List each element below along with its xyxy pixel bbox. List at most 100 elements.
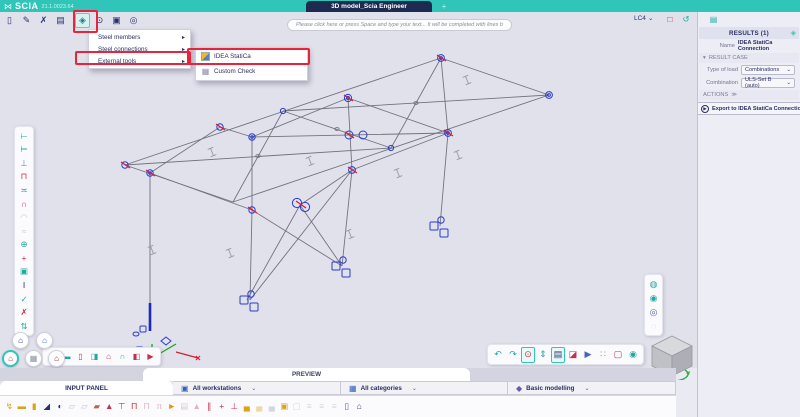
rotate-view-right-icon[interactable]: ↷ bbox=[506, 347, 520, 363]
edit-project-icon[interactable]: ✎ bbox=[19, 13, 34, 28]
workstations-dropdown[interactable]: ▣ All workstations ⌄ bbox=[173, 381, 341, 395]
load-tool-icon[interactable]: ▶ bbox=[144, 349, 157, 364]
free-load-icon[interactable]: ▲ bbox=[191, 399, 204, 415]
results-badge-icon[interactable]: ◈ bbox=[791, 29, 796, 37]
panel-tool-icon[interactable]: ◧ bbox=[130, 349, 143, 364]
connect-members-icon[interactable]: π bbox=[153, 399, 166, 415]
workstation-loads-icon[interactable]: ⌂ bbox=[36, 332, 53, 349]
section-box-icon[interactable]: ▣ bbox=[16, 265, 32, 279]
combination-dropdown[interactable]: ULS-Set B (auto) ⌄ bbox=[741, 78, 795, 88]
wheel-center-icon[interactable]: ▦ bbox=[25, 350, 42, 367]
result-case-section[interactable]: ▾ RESULT CASE bbox=[699, 53, 799, 63]
combination-icon[interactable]: + bbox=[216, 399, 229, 415]
check-structure-icon[interactable]: ✓ bbox=[16, 292, 32, 306]
visibility-eye-icon[interactable]: ◉ bbox=[626, 347, 640, 363]
delete-icon[interactable]: ✗ bbox=[16, 306, 32, 320]
intersection-icon[interactable]: ⊕ bbox=[16, 238, 32, 252]
rigid-arm-icon[interactable]: Π bbox=[141, 399, 154, 415]
arch-tool-icon[interactable]: ∩ bbox=[116, 349, 129, 364]
workstation-steel-icon[interactable]: ⌂ bbox=[2, 350, 19, 367]
document-tab[interactable]: 3D model_Scia Engineer bbox=[306, 1, 432, 12]
wall-icon[interactable]: ◖ bbox=[53, 399, 66, 415]
zoom-selection-icon[interactable]: ◍ bbox=[646, 277, 661, 291]
selection-square-icon[interactable]: □ bbox=[663, 12, 677, 26]
new-project-icon[interactable]: ▯ bbox=[2, 13, 17, 28]
align-nodes-icon[interactable]: ⊥ bbox=[16, 156, 32, 170]
point-support-icon[interactable]: ⊥ bbox=[228, 399, 241, 415]
snap-grid-icon[interactable]: ∷ bbox=[596, 347, 610, 363]
submenu-item-custom-check[interactable]: ▦ Custom Check bbox=[196, 64, 307, 79]
wall-tool-icon[interactable]: ◨ bbox=[88, 349, 101, 364]
free-line-load-icon[interactable]: ▄ bbox=[266, 399, 279, 415]
actions-section[interactable]: ACTIONS ≫ bbox=[699, 90, 799, 100]
point-load-icon[interactable]: ► bbox=[166, 399, 179, 415]
load-case-dropdown[interactable]: LC4 ⌄ bbox=[634, 14, 653, 22]
storage-box-icon[interactable]: ▣ bbox=[109, 13, 124, 28]
hinge-icon[interactable]: ⊤ bbox=[116, 399, 129, 415]
surface-load-icon[interactable]: ▄ bbox=[253, 399, 266, 415]
categories-dropdown[interactable]: ▦ All categories ⌄ bbox=[341, 381, 508, 395]
dynamic-load-icon[interactable]: ≡ bbox=[328, 399, 341, 415]
render-style-icon[interactable]: ▶ bbox=[581, 347, 595, 363]
clip-box-icon[interactable]: ◪ bbox=[566, 347, 580, 363]
moment-load-icon[interactable]: ▤ bbox=[178, 399, 191, 415]
mass-group-icon[interactable]: ≡ bbox=[316, 399, 329, 415]
frame-tool-icon[interactable]: ⌂ bbox=[102, 349, 115, 364]
rotate-view-left-icon[interactable]: ↶ bbox=[491, 347, 505, 363]
print-icon[interactable]: ▤ bbox=[53, 13, 68, 28]
search-project-icon[interactable]: ◎ bbox=[126, 13, 141, 28]
table-input-icon[interactable]: I bbox=[16, 279, 32, 293]
line-load-icon[interactable]: ▄ bbox=[241, 399, 254, 415]
column-icon[interactable]: ▮ bbox=[28, 399, 41, 415]
checkbox-display-icon[interactable]: ▢ bbox=[611, 347, 625, 363]
arc-icon[interactable]: ∩ bbox=[16, 197, 32, 211]
undo-icon[interactable]: ↺ bbox=[679, 12, 693, 26]
circle-icon[interactable]: ◠ bbox=[16, 211, 32, 225]
print-results-icon[interactable]: ▤ bbox=[707, 13, 720, 26]
workstation-results-icon[interactable]: ⌂ bbox=[48, 350, 65, 367]
line-support-icon[interactable]: ∥ bbox=[203, 399, 216, 415]
panel-icon[interactable]: ▱ bbox=[66, 399, 79, 415]
inactive-tool-icon[interactable]: ◌ bbox=[646, 319, 661, 333]
input-panel-tab[interactable]: INPUT PANEL bbox=[0, 381, 173, 395]
cross-link-icon[interactable]: Π bbox=[128, 399, 141, 415]
free-node-icon[interactable]: ↯ bbox=[3, 399, 16, 415]
snap-settings-icon[interactable]: + bbox=[16, 251, 32, 265]
load-case-icon[interactable]: ▣ bbox=[278, 399, 291, 415]
selection-display-icon[interactable]: ⊙ bbox=[521, 347, 535, 363]
view-eye-icon[interactable]: ⊙ bbox=[92, 13, 107, 28]
move-node-icon[interactable]: ⊢ bbox=[16, 129, 32, 143]
menu-item-steel-connections[interactable]: Steel connections ▸ bbox=[89, 43, 190, 55]
haunch-icon[interactable]: ▰ bbox=[91, 399, 104, 415]
export-idea-statica-action[interactable]: ▶ Export to IDEA StatiCa Connection bbox=[698, 102, 800, 115]
display-mode-icon[interactable]: ▤ bbox=[551, 347, 565, 363]
modelling-dropdown[interactable]: ◆ Basic modelling ⌄ bbox=[508, 381, 676, 395]
plate-tool-icon[interactable]: ▯ bbox=[74, 349, 87, 364]
storey-icon[interactable]: ▯ bbox=[341, 399, 354, 415]
new-tab-button[interactable]: + bbox=[438, 1, 450, 12]
submenu-item-idea-statica[interactable]: IDEA StatiCa bbox=[196, 49, 307, 64]
structure-members bbox=[125, 58, 549, 328]
menu-item-external-tools[interactable]: External tools ▸ bbox=[89, 55, 190, 67]
type-of-load-dropdown[interactable]: Combinations ⌄ bbox=[741, 65, 795, 75]
opening-icon[interactable]: ▱ bbox=[78, 399, 91, 415]
beam-icon[interactable]: ▬ bbox=[16, 399, 29, 415]
view-globe-icon[interactable]: ◉ bbox=[646, 291, 661, 305]
catalog-icon[interactable]: ⌂ bbox=[353, 399, 366, 415]
steel-menu-icon[interactable]: ◈ bbox=[75, 13, 90, 28]
search-input[interactable] bbox=[287, 19, 512, 31]
layers-globe-icon[interactable]: ◎ bbox=[646, 305, 661, 319]
merge-nodes-icon[interactable]: ⊨ bbox=[16, 143, 32, 157]
workstation-structure-icon[interactable]: ⌂ bbox=[12, 332, 29, 349]
slab-icon[interactable]: ◢ bbox=[41, 399, 54, 415]
menu-item-steel-members[interactable]: Steel members ▸ bbox=[89, 31, 190, 43]
support-icon[interactable]: ▲ bbox=[103, 399, 116, 415]
mass-icon[interactable]: ≡ bbox=[303, 399, 316, 415]
tools-icon[interactable]: ✗ bbox=[36, 13, 51, 28]
spline-icon[interactable]: ≈ bbox=[16, 224, 32, 238]
rectangle-icon[interactable]: ≍ bbox=[16, 183, 32, 197]
polyline-icon[interactable]: ⊓ bbox=[16, 170, 32, 184]
preview-tab[interactable]: PREVIEW bbox=[143, 368, 470, 381]
fit-height-icon[interactable]: ⇕ bbox=[536, 347, 550, 363]
load-group-icon[interactable]: ▢ bbox=[291, 399, 304, 415]
